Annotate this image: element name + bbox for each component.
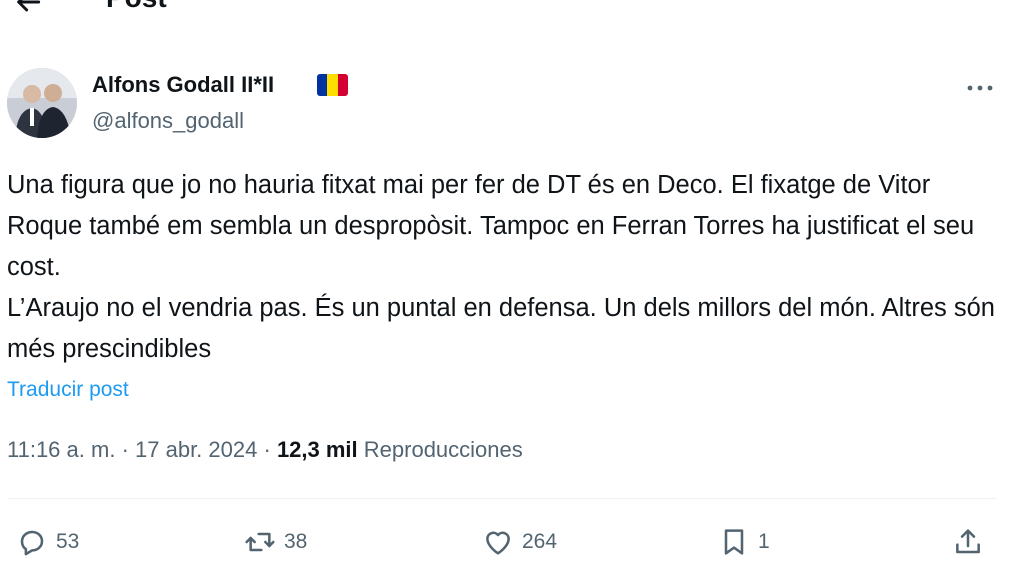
share-icon bbox=[956, 529, 980, 554]
author-name[interactable]: Alfons Godall II*II bbox=[92, 72, 274, 98]
separator: · bbox=[263, 437, 271, 462]
repost-button[interactable]: 38 bbox=[244, 520, 307, 564]
more-options-icon[interactable] bbox=[962, 82, 998, 94]
post-paragraph: Una figura que jo no hauria fitxat mai p… bbox=[7, 171, 975, 281]
post-paragraph: L’Araujo no el vendria pas. És un puntal… bbox=[7, 294, 995, 363]
avatar[interactable] bbox=[7, 68, 77, 138]
post-date[interactable]: 17 abr. 2024 bbox=[135, 437, 257, 462]
page-title: Post bbox=[106, 0, 167, 14]
andorra-flag-icon bbox=[317, 74, 348, 96]
action-bar: 53 38 264 1 bbox=[0, 520, 1024, 564]
reply-button[interactable]: 53 bbox=[16, 520, 79, 564]
bookmark-count: 1 bbox=[758, 530, 770, 553]
repost-count: 38 bbox=[284, 530, 308, 553]
divider bbox=[7, 498, 997, 499]
share-button[interactable] bbox=[952, 520, 984, 564]
translate-post-link[interactable]: Traducir post bbox=[7, 378, 129, 402]
heart-icon bbox=[486, 531, 510, 555]
views-count: 12,3 mil bbox=[276, 437, 358, 462]
like-count: 264 bbox=[522, 530, 558, 553]
avatar-image bbox=[7, 68, 77, 138]
post-metadata: 11:16 a. m. · 17 abr. 2024 · 12,3 mil Re… bbox=[7, 437, 523, 463]
bookmark-icon bbox=[724, 529, 744, 555]
reply-icon bbox=[20, 530, 44, 556]
reply-count: 53 bbox=[56, 530, 80, 553]
bookmark-button[interactable]: 1 bbox=[718, 520, 770, 564]
like-button[interactable]: 264 bbox=[482, 520, 557, 564]
top-bar: Post bbox=[0, 0, 1024, 26]
views-label: Reproducciones bbox=[363, 437, 523, 462]
arrow-left-icon[interactable] bbox=[12, 0, 44, 18]
author-handle[interactable]: @alfons_godall bbox=[92, 108, 244, 134]
post-time[interactable]: 11:16 a. m. bbox=[7, 437, 115, 462]
repost-icon bbox=[245, 532, 275, 552]
separator: · bbox=[121, 437, 129, 462]
post-text: Una figura que jo no hauria fitxat mai p… bbox=[7, 165, 997, 370]
